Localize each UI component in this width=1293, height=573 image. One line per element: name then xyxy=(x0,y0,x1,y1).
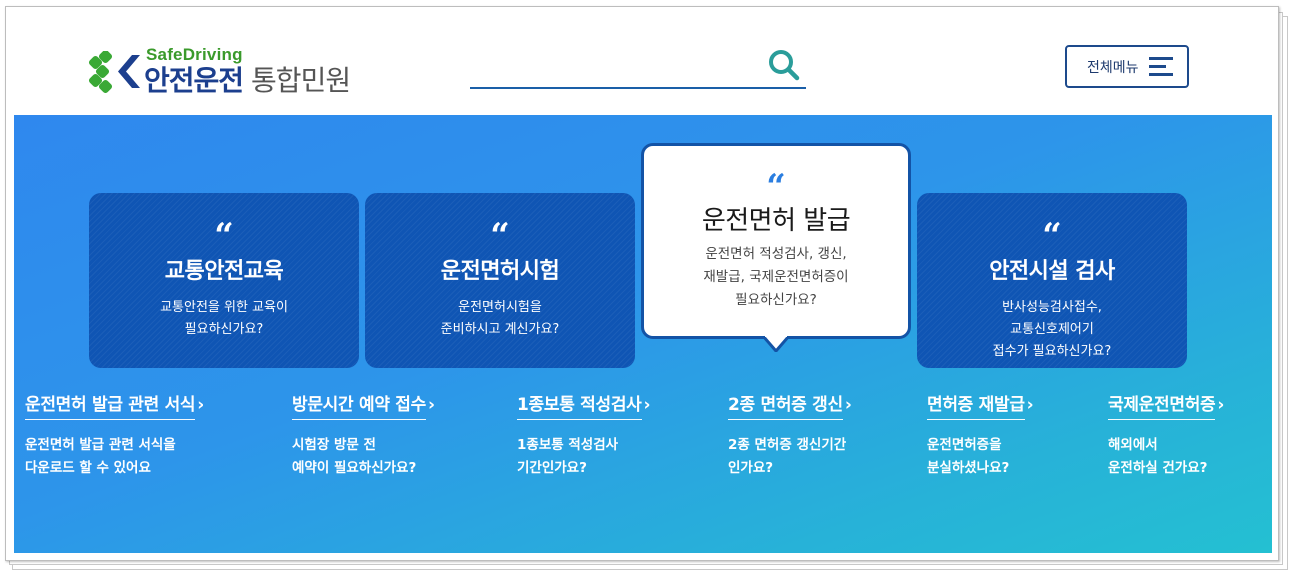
link-desc-line: 운전하실 건가요? xyxy=(1108,460,1208,476)
card-description: 운전면허시험을 준비하시고 계신가요? xyxy=(365,297,635,341)
chevron-right-icon: › xyxy=(844,395,852,415)
card-driver-license-test[interactable]: “ 운전면허시험 운전면허시험을 준비하시고 계신가요? xyxy=(365,193,635,368)
link-description: 시험장 방문 전 예약이 필요하신가요? xyxy=(292,434,435,480)
link-title[interactable]: 면허증 재발급 xyxy=(927,390,1025,420)
card-safety-facility-inspection[interactable]: “ 안전시설 검사 반사성능검사접수, 교통신호제어기 접수가 필요하신가요? xyxy=(917,193,1187,368)
quote-icon: “ xyxy=(1042,216,1062,256)
chevron-right-icon: › xyxy=(643,395,651,415)
link-title[interactable]: 1종보통 적성검사 xyxy=(517,390,642,420)
card-desc-line: 접수가 필요하신가요? xyxy=(992,344,1112,359)
quote-icon: “ xyxy=(214,216,234,256)
card-title: 운전면허시험 xyxy=(440,259,560,284)
search-bar xyxy=(470,45,806,89)
search-icon xyxy=(769,50,800,81)
link-desc-line: 예약이 필요하신가요? xyxy=(292,460,417,476)
link-desc-line: 시험장 방문 전 xyxy=(292,437,376,453)
chevron-right-icon: › xyxy=(427,395,435,415)
link-license-reissue[interactable]: 면허증 재발급 › 운전면허증을 분실하셨나요? xyxy=(927,390,1034,480)
search-button[interactable] xyxy=(766,47,802,83)
card-driver-license-issue[interactable]: “ 운전면허 발급 운전면허 적성검사, 갱신, 재발급, 국제운전면허증이 필… xyxy=(641,143,911,339)
link-international-license[interactable]: 국제운전면허증 › 해외에서 운전하실 건가요? xyxy=(1108,390,1224,480)
card-description: 반사성능검사접수, 교통신호제어기 접수가 필요하신가요? xyxy=(917,297,1187,363)
card-desc-line: 운전면허 적성검사, 갱신, xyxy=(705,246,847,262)
link-desc-line: 해외에서 xyxy=(1108,437,1158,453)
card-desc-line: 반사성능검사접수, xyxy=(1002,300,1102,315)
hero-section: “ 교통안전교육 교통안전을 위한 교육이 필요하신가요? “ 운전면허시험 운… xyxy=(14,115,1272,553)
card-title: 교통안전교육 xyxy=(164,259,284,284)
card-traffic-safety-education[interactable]: “ 교통안전교육 교통안전을 위한 교육이 필요하신가요? xyxy=(89,193,359,368)
page: SafeDriving 안전운전 통합민원 전체메뉴 “ 교통안전교육 교통안전… xyxy=(5,6,1279,561)
chevron-right-icon: › xyxy=(197,395,205,415)
link-visit-reservation[interactable]: 방문시간 예약 접수 › 시험장 방문 전 예약이 필요하신가요? xyxy=(292,390,435,480)
link-title[interactable]: 운전면허 발급 관련 서식 xyxy=(25,390,196,420)
chevron-right-icon: › xyxy=(1217,395,1225,415)
card-title: 안전시설 검사 xyxy=(989,259,1115,284)
header: SafeDriving 안전운전 통합민원 전체메뉴 xyxy=(6,7,1278,115)
link-title[interactable]: 국제운전면허증 xyxy=(1108,390,1216,420)
card-description: 교통안전을 위한 교육이 필요하신가요? xyxy=(89,297,359,341)
logo-title: 안전운전 통합민원 xyxy=(144,59,351,99)
link-description: 운전면허 발급 관련 서식을 다운로드 할 수 있어요 xyxy=(25,434,204,480)
link-license-forms[interactable]: 운전면허 발급 관련 서식 › 운전면허 발급 관련 서식을 다운로드 할 수 있… xyxy=(25,390,204,480)
logo-title-main: 안전운전 xyxy=(144,64,244,97)
link-description: 2종 면허증 갱신기간 인가요? xyxy=(728,434,852,480)
card-desc-line: 필요하신가요? xyxy=(735,292,817,308)
card-desc-line: 교통안전을 위한 교육이 xyxy=(160,300,288,315)
search-input[interactable] xyxy=(470,51,760,83)
card-title: 운전면허 발급 xyxy=(701,206,851,236)
link-class1-aptitude-test[interactable]: 1종보통 적성검사 › 1종보통 적성검사 기간인가요? xyxy=(517,390,651,480)
link-description: 운전면허증을 분실하셨나요? xyxy=(927,434,1034,480)
quote-icon: “ xyxy=(766,167,786,207)
link-desc-line: 1종보통 적성검사 xyxy=(517,437,619,453)
link-class2-renewal[interactable]: 2종 면허증 갱신 › 2종 면허증 갱신기간 인가요? xyxy=(728,390,852,480)
card-desc-line: 재발급, 국제운전면허증이 xyxy=(703,269,849,285)
link-desc-line: 인가요? xyxy=(728,460,774,476)
hamburger-icon xyxy=(1148,56,1173,76)
link-desc-line: 운전면허 발급 관련 서식을 xyxy=(25,437,176,453)
card-desc-line: 운전면허시험을 xyxy=(458,300,542,315)
link-desc-line: 운전면허증을 xyxy=(927,437,1002,453)
full-menu-button[interactable]: 전체메뉴 xyxy=(1065,45,1189,88)
logo[interactable]: SafeDriving 안전운전 통합민원 xyxy=(88,45,378,101)
link-desc-line: 2종 면허증 갱신기간 xyxy=(728,437,847,453)
link-title[interactable]: 2종 면허증 갱신 xyxy=(728,390,843,420)
full-menu-label: 전체메뉴 xyxy=(1087,59,1139,76)
link-description: 1종보통 적성검사 기간인가요? xyxy=(517,434,651,480)
link-desc-line: 기간인가요? xyxy=(517,460,587,476)
logo-title-sub: 통합민원 xyxy=(251,64,351,97)
link-desc-line: 분실하셨나요? xyxy=(927,460,1010,476)
chevron-right-icon: › xyxy=(1026,395,1034,415)
logo-mark-icon xyxy=(88,51,140,93)
link-title[interactable]: 방문시간 예약 접수 xyxy=(292,390,426,420)
link-desc-line: 다운로드 할 수 있어요 xyxy=(25,460,151,476)
active-card-pointer xyxy=(763,336,789,352)
card-desc-line: 교통신호제어기 xyxy=(1010,322,1094,337)
link-description: 해외에서 운전하실 건가요? xyxy=(1108,434,1224,480)
quote-icon: “ xyxy=(490,216,510,256)
card-desc-line: 준비하시고 계신가요? xyxy=(440,322,560,337)
card-desc-line: 필요하신가요? xyxy=(184,322,264,337)
card-description: 운전면허 적성검사, 갱신, 재발급, 국제운전면허증이 필요하신가요? xyxy=(644,243,908,312)
